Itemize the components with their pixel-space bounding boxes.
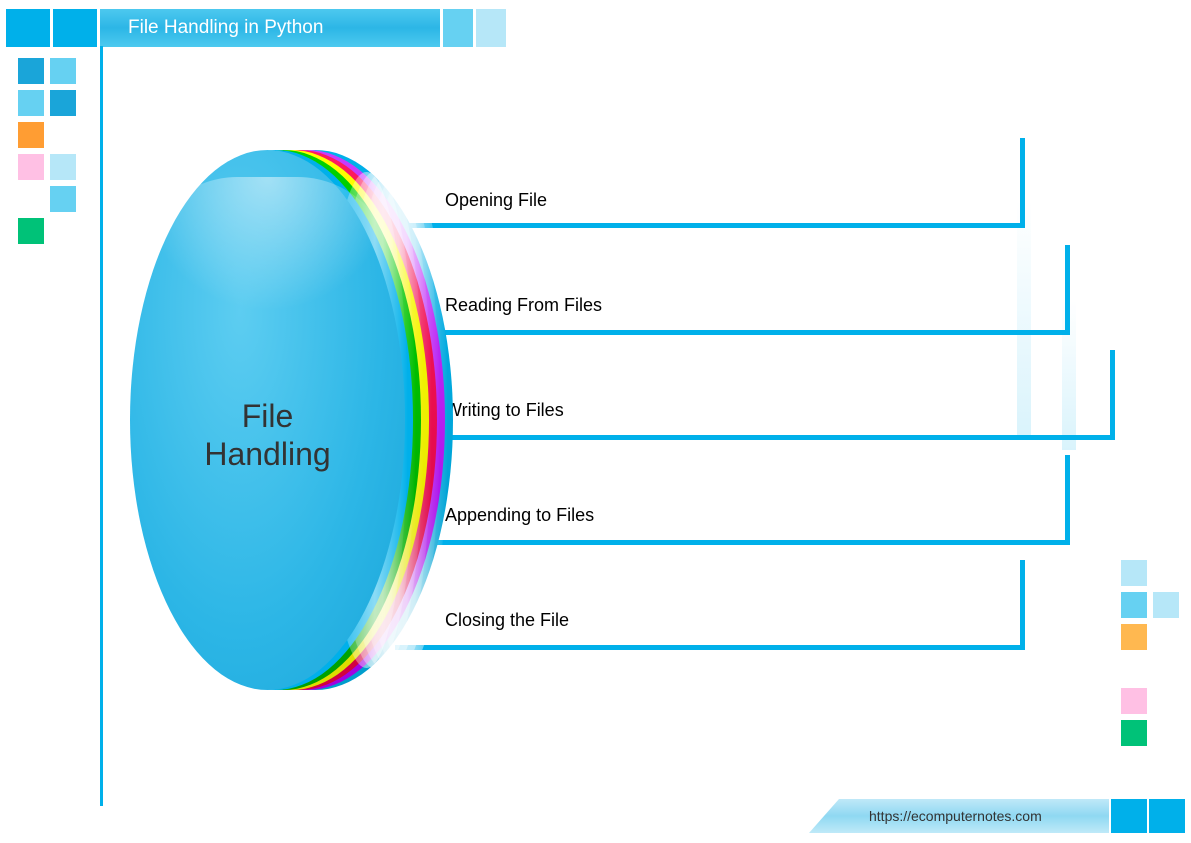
left-divider-line (100, 46, 103, 806)
bracket-line (370, 223, 1025, 228)
item-label: Reading From Files (445, 295, 602, 316)
item-label: Writing to Files (445, 400, 564, 421)
bracket-line (410, 330, 1070, 335)
bracket-line (1110, 350, 1115, 440)
item-label: Closing the File (445, 610, 569, 631)
item-label: Appending to Files (445, 505, 594, 526)
edge-fade (1062, 300, 1076, 450)
page-title: File Handling in Python (100, 9, 440, 47)
bracket-line (420, 540, 1070, 545)
footer-accent-square (1111, 799, 1147, 833)
disc-top-face: File Handling (130, 150, 405, 690)
header-accent-square (6, 9, 50, 47)
footer-accent-square (1149, 799, 1185, 833)
page-title-text: File Handling in Python (128, 17, 323, 39)
disc-graphic: File Handling (130, 150, 450, 720)
bracket-line (1065, 455, 1070, 545)
bracket-line (395, 645, 1025, 650)
left-decor-squares (18, 58, 76, 244)
footer-bar: https://ecomputernotes.com (809, 799, 1185, 833)
bracket-line (1020, 560, 1025, 650)
right-decor-squares (1121, 560, 1179, 746)
header-tail (443, 9, 473, 47)
disc-label-line1: File (242, 398, 294, 434)
header-tail (476, 9, 506, 47)
footer-url: https://ecomputernotes.com (869, 808, 1042, 824)
header-accent-square (53, 9, 97, 47)
footer-url-block: https://ecomputernotes.com (809, 799, 1109, 833)
item-label: Opening File (445, 190, 547, 211)
edge-fade (1017, 200, 1031, 440)
disc-label-line2: Handling (204, 436, 330, 472)
header-bar: File Handling in Python (6, 8, 506, 48)
bracket-line (430, 435, 1115, 440)
